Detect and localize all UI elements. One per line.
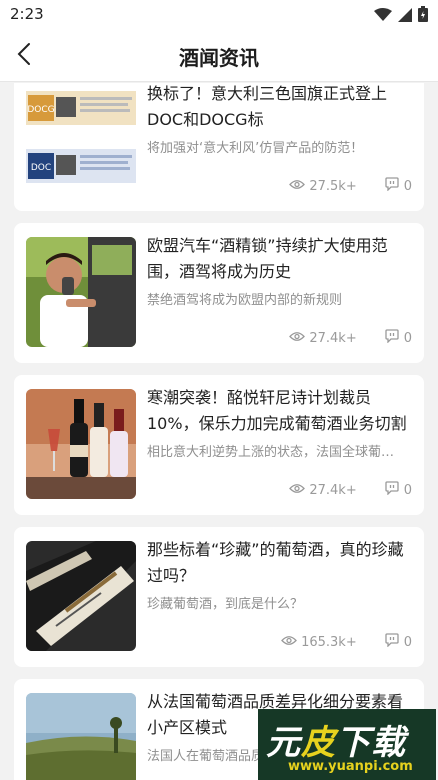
- app-header: 酒闻资讯: [0, 30, 438, 82]
- view-count: 27.5k+: [289, 178, 357, 194]
- eye-icon: [289, 483, 306, 498]
- comment-count[interactable]: 0: [385, 633, 412, 651]
- battery-icon: [418, 6, 428, 26]
- comment-count[interactable]: 0: [385, 481, 412, 499]
- article-card[interactable]: 那些标着“珍藏”的葡萄酒，真的珍藏过吗？ 珍藏葡萄酒，到底是什么？ 165.3k…: [14, 527, 424, 667]
- article-title: 寒潮突袭！酩悦轩尼诗计划裁员10%，保乐力加完成葡萄酒业务切割: [147, 388, 407, 433]
- comment-count-value: 0: [403, 482, 412, 498]
- article-thumbnail: [26, 541, 136, 651]
- signal-icon: [398, 7, 412, 26]
- view-count-value: 165.3k+: [301, 634, 357, 650]
- comment-icon: [385, 177, 399, 195]
- article-card[interactable]: 寒潮突袭！酩悦轩尼诗计划裁员10%，保乐力加完成葡萄酒业务切割 相比意大利逆势上…: [14, 375, 424, 515]
- view-count: 165.3k+: [281, 635, 357, 650]
- article-thumbnail: [26, 389, 136, 499]
- article-card[interactable]: 欧盟汽车“酒精锁”持续扩大使用范围，酒驾将成为历史 禁绝酒驾将成为欧盟内部的新规…: [14, 223, 424, 363]
- wifi-icon: [374, 7, 392, 26]
- docg-label: DOCG: [27, 105, 54, 115]
- watermark-text: 元皮下载: [266, 723, 406, 763]
- page-title: 酒闻资讯: [179, 46, 259, 70]
- watermark-url: www.yuanpi.com: [288, 759, 413, 774]
- comment-count-value: 0: [403, 330, 412, 346]
- article-meta: 27.4k+ 0: [289, 329, 412, 347]
- view-count-value: 27.5k+: [309, 178, 357, 194]
- article-meta: 27.4k+ 0: [289, 481, 412, 499]
- article-title: 那些标着“珍藏”的葡萄酒，真的珍藏过吗？: [147, 540, 404, 585]
- doc-label: DOC: [31, 163, 51, 173]
- watermark-logo: 元皮下载 www.yuanpi.com: [258, 709, 436, 780]
- article-title: 换标了！意大利三色国旗正式登上DOC和DOCG标: [147, 84, 388, 129]
- article-thumbnail: [26, 237, 136, 347]
- status-bar: 2:23: [0, 0, 438, 30]
- article-summary: 珍藏葡萄酒，到底是什么？: [147, 597, 304, 612]
- eye-icon: [289, 331, 306, 346]
- article-meta: 165.3k+ 0: [281, 633, 412, 651]
- comment-icon: [385, 481, 399, 499]
- comment-icon: [385, 633, 399, 651]
- article-title: 欧盟汽车“酒精锁”持续扩大使用范围，酒驾将成为历史: [147, 236, 388, 281]
- eye-icon: [281, 635, 297, 650]
- comment-count[interactable]: 0: [385, 177, 412, 195]
- view-count: 27.4k+: [289, 330, 357, 346]
- comment-count-value: 0: [403, 178, 412, 194]
- view-count: 27.4k+: [289, 482, 357, 498]
- view-count-value: 27.4k+: [309, 330, 357, 346]
- comment-count-value: 0: [403, 634, 412, 650]
- status-time: 2:23: [10, 5, 44, 23]
- article-summary: 将加强对‘意大利风’仿冒产品的防范！: [147, 141, 364, 156]
- eye-icon: [289, 179, 306, 194]
- article-thumbnail: DOCG DOC: [26, 83, 136, 193]
- status-icons: [374, 6, 428, 26]
- article-card[interactable]: DOCG DOC 换标了！意大利三色国旗正式登上DOC和DOCG标 将加强对‘意…: [14, 83, 424, 211]
- comment-count[interactable]: 0: [385, 329, 412, 347]
- article-list[interactable]: DOCG DOC 换标了！意大利三色国旗正式登上DOC和DOCG标 将加强对‘意…: [0, 83, 438, 780]
- article-meta: 27.5k+ 0: [289, 177, 412, 195]
- article-thumbnail: [26, 693, 136, 780]
- view-count-value: 27.4k+: [309, 482, 357, 498]
- article-summary: 禁绝酒驾将成为欧盟内部的新规则: [147, 293, 343, 308]
- article-summary: 相比意大利逆势上涨的状态，法国全球葡…: [147, 445, 395, 460]
- comment-icon: [385, 329, 399, 347]
